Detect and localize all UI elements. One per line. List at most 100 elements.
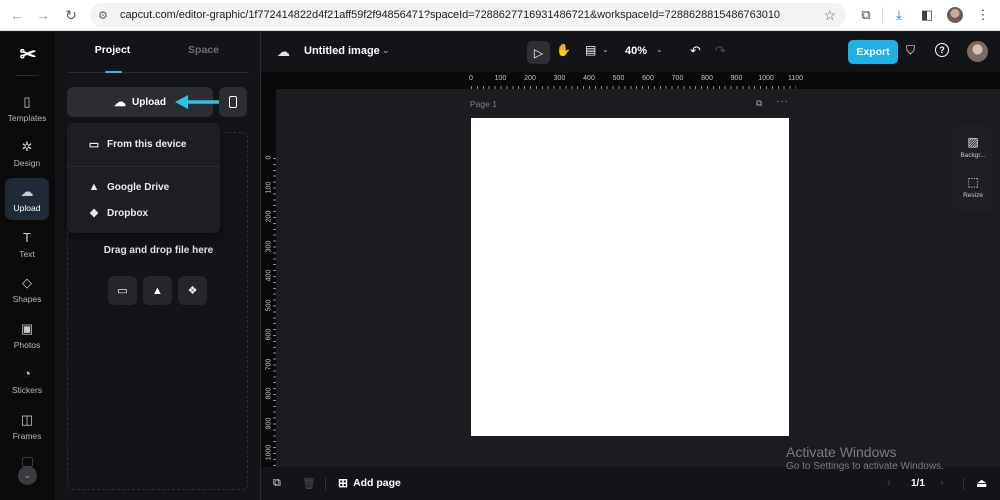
- add-page-button[interactable]: ⊞ Add page: [338, 476, 401, 490]
- reload-icon[interactable]: ↻: [60, 4, 82, 26]
- rail-item-label: Design: [13, 158, 41, 168]
- document-title[interactable]: Untitled image: [304, 45, 380, 57]
- layout-icon[interactable]: ▤: [585, 43, 596, 57]
- menu-divider: [67, 166, 220, 167]
- extensions-icon[interactable]: ⧉: [852, 4, 880, 26]
- tab-space[interactable]: Space: [158, 32, 249, 72]
- browser-menu-icon[interactable]: ⋮: [969, 4, 997, 26]
- ruler-label: 800: [701, 75, 713, 82]
- tab-project[interactable]: Project: [67, 32, 158, 73]
- horizontal-ruler: 0 100 200 300 400 500 600 700 800 900 1000 1100: [276, 72, 1000, 89]
- vertical-ruler: 010020030040050060070080090010001100: [261, 72, 276, 490]
- dropzone-dropbox-button[interactable]: ❖: [178, 276, 207, 305]
- panel-tabs: Project Space: [67, 32, 249, 73]
- add-page-label: Add page: [353, 477, 401, 489]
- annotation-arrow-icon: [175, 95, 225, 109]
- help-icon[interactable]: ?: [935, 43, 949, 57]
- templates-icon: ▯: [23, 94, 31, 109]
- cloud-sync-icon[interactable]: ☁: [277, 44, 290, 60]
- rail-item-shapes[interactable]: ◇ Shapes: [5, 269, 49, 311]
- page-more-icon[interactable]: ···: [776, 96, 789, 107]
- capcut-logo-icon[interactable]: ✂: [14, 42, 42, 66]
- title-chevron-down-icon[interactable]: ⌄: [382, 45, 390, 56]
- google-drive-icon: ▲: [152, 284, 163, 297]
- rail-item-frames[interactable]: ◫ Frames: [5, 406, 49, 448]
- dropbox-icon: ❖: [187, 285, 198, 297]
- forward-icon[interactable]: →: [32, 4, 54, 26]
- rail-item-text[interactable]: T Text: [5, 224, 49, 266]
- undo-icon[interactable]: ↶: [690, 43, 701, 59]
- ruler-label: 400: [583, 75, 595, 82]
- zoom-chevron-down-icon[interactable]: ⌄: [656, 45, 663, 54]
- resize-icon: ⬚: [967, 175, 979, 189]
- resize-tool[interactable]: ⬚ Resize: [953, 175, 993, 200]
- ruler-label: 200: [524, 75, 536, 82]
- ruler-label: 400: [265, 269, 273, 282]
- rail-item-label: Stickers: [11, 385, 43, 395]
- ruler-label: 0: [469, 75, 473, 82]
- ruler-label: 500: [612, 75, 625, 82]
- next-page-icon[interactable]: ›: [940, 477, 944, 489]
- ruler-label: 500: [265, 299, 273, 311]
- duplicate-page-icon[interactable]: ⧉: [756, 98, 762, 109]
- monitor-icon: ▭: [88, 138, 100, 151]
- copy-page-icon[interactable]: ⧉: [273, 477, 281, 490]
- ruler-label: 800: [265, 387, 273, 400]
- layout-chevron-down-icon[interactable]: ⌄: [602, 45, 609, 54]
- rail-item-photos[interactable]: ▣ Photos: [5, 315, 49, 357]
- frames-icon: ◫: [20, 412, 34, 427]
- redo-icon[interactable]: ↷: [715, 43, 726, 59]
- export-button[interactable]: Export: [848, 40, 898, 64]
- rail-item-templates[interactable]: ▯ Templates: [5, 88, 49, 130]
- upload-cloud-icon: ☁: [20, 184, 34, 199]
- capcut-editor: ✂ ▯ Templates ✲ Design ☁ Upload T Text ◇…: [0, 32, 1000, 500]
- back-icon[interactable]: ←: [6, 4, 28, 26]
- upload-source-menu: ▭ From this device ▲ Google Drive ❖ Drop…: [67, 123, 220, 233]
- ruler-label: 600: [265, 328, 273, 341]
- user-avatar[interactable]: [967, 41, 988, 62]
- background-tool[interactable]: ▨ Backgr...: [953, 136, 993, 160]
- canvas-workspace[interactable]: Page 1 ⧉ ···: [276, 89, 1000, 467]
- ruler-label: 900: [265, 417, 273, 429]
- ruler-label: 600: [642, 75, 654, 82]
- ruler-label: 0: [265, 155, 273, 160]
- side-panel-icon[interactable]: ◧: [913, 4, 941, 26]
- profile-avatar[interactable]: [941, 4, 969, 26]
- download-icon[interactable]: ⤓: [885, 4, 913, 26]
- trash-icon[interactable]: 🗑: [302, 477, 316, 490]
- rail-more-chevron-icon[interactable]: ⌄: [18, 466, 37, 485]
- menu-item-from-device[interactable]: ▭ From this device: [67, 132, 220, 156]
- select-tool-button[interactable]: ▷: [527, 41, 550, 64]
- rail-item-stickers[interactable]: ◔ Stickers: [5, 360, 49, 402]
- phone-icon: [229, 96, 237, 108]
- address-bar[interactable]: ⚙ capcut.com/editor-graphic/1f772414822d…: [90, 3, 846, 27]
- menu-item-label: Dropbox: [107, 207, 149, 219]
- rail-item-label: Shapes: [12, 294, 42, 304]
- dropzone-google-drive-button[interactable]: ▲: [143, 276, 172, 305]
- expand-pages-icon[interactable]: ⏏: [976, 476, 987, 490]
- add-page-icon: ⊞: [338, 476, 349, 490]
- rail-item-label: Photos: [13, 340, 41, 350]
- rail-item-upload[interactable]: ☁ Upload: [5, 178, 49, 220]
- url-text[interactable]: capcut.com/editor-graphic/1f772414822d4f…: [120, 9, 780, 21]
- hand-tool-icon[interactable]: ✋: [556, 43, 571, 57]
- bookmark-star-icon[interactable]: ☆: [823, 7, 836, 24]
- site-info-icon[interactable]: ⚙: [98, 9, 114, 22]
- menu-item-google-drive[interactable]: ▲ Google Drive: [67, 175, 220, 199]
- rail-item-label: Frames: [12, 431, 42, 441]
- artboard[interactable]: [471, 118, 789, 436]
- ruler-label: 200: [265, 210, 273, 223]
- ruler-label: 1000: [265, 444, 273, 461]
- ruler-label: 300: [553, 75, 566, 82]
- side-tool-label: Backgr...: [960, 152, 986, 159]
- upload-from-phone-button[interactable]: [219, 87, 247, 117]
- zoom-level[interactable]: 40%: [625, 45, 647, 57]
- menu-item-dropbox[interactable]: ❖ Dropbox: [67, 201, 220, 225]
- ruler-label: 300: [265, 240, 273, 252]
- shield-icon[interactable]: ⛉: [906, 43, 915, 58]
- rail-item-design[interactable]: ✲ Design: [5, 133, 49, 175]
- previous-page-icon[interactable]: ‹: [887, 477, 891, 489]
- page-label[interactable]: Page 1: [470, 99, 497, 109]
- dropzone-device-button[interactable]: ▭: [108, 276, 137, 305]
- monitor-icon: ▭: [117, 285, 128, 297]
